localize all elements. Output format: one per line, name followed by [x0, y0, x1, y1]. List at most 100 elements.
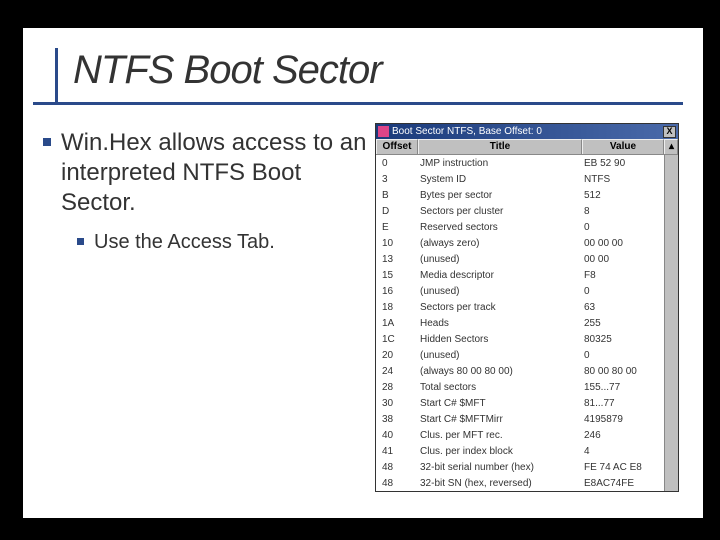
header-title[interactable]: Title: [418, 139, 582, 154]
table-row[interactable]: 3System IDNTFS: [376, 171, 678, 187]
table-row[interactable]: 10(always zero)00 00 00: [376, 235, 678, 251]
table-row[interactable]: 24(always 80 00 80 00)80 00 80 00: [376, 363, 678, 379]
scrollbar-track[interactable]: [664, 347, 678, 363]
title-underline: [33, 102, 683, 105]
cell-title: Clus. per MFT rec.: [418, 430, 582, 441]
sub-bullet-1-text: Use the Access Tab.: [94, 230, 275, 255]
table-row[interactable]: EReserved sectors0: [376, 219, 678, 235]
scrollbar-track[interactable]: [664, 171, 678, 187]
scrollbar-track[interactable]: [664, 331, 678, 347]
cell-title: Sectors per track: [418, 302, 582, 313]
table-row[interactable]: 18Sectors per track63: [376, 299, 678, 315]
scrollbar-track[interactable]: [664, 299, 678, 315]
titlebar[interactable]: Boot Sector NTFS, Base Offset: 0 X: [376, 124, 678, 139]
cell-title: (unused): [418, 254, 582, 265]
scrollbar-track[interactable]: [664, 203, 678, 219]
cell-title: JMP instruction: [418, 158, 582, 169]
window-title: Boot Sector NTFS, Base Offset: 0: [392, 126, 663, 137]
cell-title: Start C# $MFT: [418, 398, 582, 409]
cell-offset: 13: [376, 254, 418, 265]
table-row[interactable]: 40Clus. per MFT rec.246: [376, 427, 678, 443]
table-row[interactable]: DSectors per cluster8: [376, 203, 678, 219]
table-row[interactable]: 1CHidden Sectors80325: [376, 331, 678, 347]
cell-value: 155...77: [582, 382, 664, 393]
scrollbar-track[interactable]: [664, 363, 678, 379]
scrollbar-track[interactable]: [664, 379, 678, 395]
cell-value: 8: [582, 206, 664, 217]
cell-title: (always zero): [418, 238, 582, 249]
bullet-1: Win.Hex allows access to an interpreted …: [43, 128, 373, 218]
page-title: NTFS Boot Sector: [73, 48, 683, 93]
cell-offset: 15: [376, 270, 418, 281]
cell-title: Total sectors: [418, 382, 582, 393]
bullet-1-text: Win.Hex allows access to an interpreted …: [61, 128, 373, 218]
cell-value: 0: [582, 222, 664, 233]
table-row[interactable]: 38Start C# $MFTMirr4195879: [376, 411, 678, 427]
scrollbar-track[interactable]: [664, 395, 678, 411]
cell-title: (always 80 00 80 00): [418, 366, 582, 377]
cell-offset: 30: [376, 398, 418, 409]
cell-offset: 41: [376, 446, 418, 457]
cell-title: Bytes per sector: [418, 190, 582, 201]
table-row[interactable]: 4832-bit SN (hex, reversed)E8AC74FE: [376, 475, 678, 491]
cell-offset: 48: [376, 462, 418, 473]
scrollbar-track[interactable]: [664, 315, 678, 331]
cell-offset: B: [376, 190, 418, 201]
cell-value: NTFS: [582, 174, 664, 185]
cell-value: 81...77: [582, 398, 664, 409]
cell-offset: 1C: [376, 334, 418, 345]
header-offset[interactable]: Offset: [376, 139, 418, 154]
table-header: Offset Title Value ▴: [376, 139, 678, 155]
cell-title: Clus. per index block: [418, 446, 582, 457]
scrollbar-track[interactable]: [664, 219, 678, 235]
scrollbar-track[interactable]: [664, 443, 678, 459]
cell-value: EB 52 90: [582, 158, 664, 169]
cell-title: Start C# $MFTMirr: [418, 414, 582, 425]
table-row[interactable]: 4832-bit serial number (hex)FE 74 AC E8: [376, 459, 678, 475]
cell-offset: E: [376, 222, 418, 233]
bullet-icon: [43, 138, 51, 146]
table-row[interactable]: 0JMP instructionEB 52 90: [376, 155, 678, 171]
cell-offset: 16: [376, 286, 418, 297]
cell-offset: 20: [376, 350, 418, 361]
table-row[interactable]: 15Media descriptorF8: [376, 267, 678, 283]
title-tick: [55, 48, 58, 103]
scrollbar-track[interactable]: [664, 427, 678, 443]
scrollbar-track[interactable]: [664, 475, 678, 491]
cell-value: 00 00 00: [582, 238, 664, 249]
cell-offset: 1A: [376, 318, 418, 329]
cell-value: FE 74 AC E8: [582, 462, 664, 473]
cell-title: (unused): [418, 286, 582, 297]
title-row: NTFS Boot Sector: [73, 48, 683, 93]
cell-offset: 3: [376, 174, 418, 185]
close-button[interactable]: X: [663, 126, 676, 138]
cell-value: 80325: [582, 334, 664, 345]
scrollbar-track[interactable]: [664, 251, 678, 267]
header-value[interactable]: Value: [582, 139, 664, 154]
scrollbar-track[interactable]: [664, 267, 678, 283]
scrollbar-track[interactable]: [664, 235, 678, 251]
scrollbar-track[interactable]: [664, 187, 678, 203]
cell-title: (unused): [418, 350, 582, 361]
scroll-up-icon[interactable]: ▴: [664, 139, 678, 154]
table-row[interactable]: 20(unused)0: [376, 347, 678, 363]
cell-value: 512: [582, 190, 664, 201]
scrollbar-track[interactable]: [664, 155, 678, 171]
table-row[interactable]: 28Total sectors155...77: [376, 379, 678, 395]
bullet-icon: [77, 238, 84, 245]
table-row[interactable]: BBytes per sector512: [376, 187, 678, 203]
cell-title: 32-bit serial number (hex): [418, 462, 582, 473]
table-row[interactable]: 13(unused)00 00: [376, 251, 678, 267]
winhex-window: Boot Sector NTFS, Base Offset: 0 X Offse…: [375, 123, 679, 492]
table-row[interactable]: 16(unused)0: [376, 283, 678, 299]
table-row[interactable]: 41Clus. per index block4: [376, 443, 678, 459]
cell-value: 246: [582, 430, 664, 441]
scrollbar-track[interactable]: [664, 459, 678, 475]
body-text: Win.Hex allows access to an interpreted …: [43, 128, 373, 265]
cell-value: 4195879: [582, 414, 664, 425]
scrollbar-track[interactable]: [664, 411, 678, 427]
table-row[interactable]: 1AHeads255: [376, 315, 678, 331]
scrollbar-track[interactable]: [664, 283, 678, 299]
cell-title: Hidden Sectors: [418, 334, 582, 345]
table-row[interactable]: 30Start C# $MFT81...77: [376, 395, 678, 411]
